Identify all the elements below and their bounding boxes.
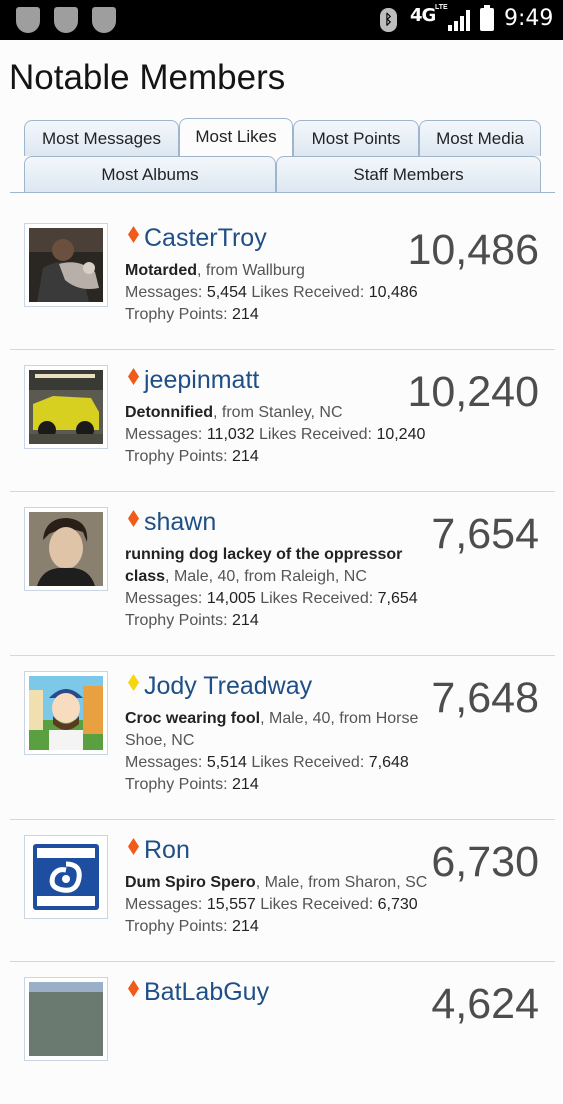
messages-label: Messages: [125, 426, 203, 443]
member-details: , Male, 40, from Raleigh, NC [165, 568, 367, 585]
user-title: Detonnified [125, 404, 213, 421]
tab-most-albums[interactable]: Most Albums [24, 156, 276, 192]
messages-label: Messages: [125, 590, 203, 607]
likes-count: 10,486 [368, 284, 418, 301]
member-info: Croc wearing fool, Male, 40, from Horse … [125, 708, 445, 796]
member-info: Detonnified, from Stanley, NC Messages: … [125, 402, 445, 468]
member-details: , Male, from Sharon, SC [255, 874, 428, 891]
likes-count: 7,648 [368, 754, 409, 771]
tab-most-media[interactable]: Most Media [419, 120, 541, 156]
likes-score: 7,648 [431, 674, 539, 722]
messages-label: Messages: [125, 896, 203, 913]
member-name-link[interactable]: Jody Treadway [144, 672, 312, 701]
member-row: CasterTroy 10,486 Motarded, from Wallbur… [10, 208, 555, 350]
rank-icon [128, 674, 139, 691]
shield-icon [16, 7, 40, 33]
likes-label: Likes Received: [251, 754, 365, 771]
trophy-count: 214 [232, 918, 259, 935]
member-row: Jody Treadway 7,648 Croc wearing fool, M… [10, 656, 555, 820]
user-title: Dum Spiro Spero [125, 874, 256, 891]
likes-count: 6,730 [377, 896, 418, 913]
rank-icon [128, 226, 139, 243]
avatar[interactable] [24, 835, 108, 919]
member-details: , from Stanley, NC [213, 404, 343, 421]
messages-label: Messages: [125, 284, 203, 301]
likes-label: Likes Received: [259, 426, 372, 443]
avatar[interactable] [24, 671, 108, 755]
messages-label: Messages: [125, 754, 203, 771]
member-name-link[interactable]: jeepinmatt [144, 366, 259, 395]
member-info: Dum Spiro Spero, Male, from Sharon, SC M… [125, 872, 445, 938]
trophy-count: 214 [232, 448, 259, 465]
member-details: , from Wallburg [197, 262, 305, 279]
tab-staff-members[interactable]: Staff Members [276, 156, 541, 192]
user-title: Croc wearing fool [125, 710, 261, 727]
member-row: jeepinmatt 10,240 Detonnified, from Stan… [10, 350, 555, 492]
trophy-count: 214 [232, 776, 259, 793]
tab-most-points[interactable]: Most Points [293, 120, 419, 156]
messages-count: 14,005 [206, 590, 256, 607]
likes-label: Likes Received: [260, 590, 374, 607]
messages-count: 5,454 [206, 284, 247, 301]
trophy-label: Trophy Points: [125, 448, 228, 465]
likes-score: 7,654 [431, 510, 539, 558]
status-bar: ᛒ 4G LTE 9:49 [0, 0, 563, 40]
avatar[interactable] [24, 507, 108, 591]
member-name-link[interactable]: BatLabGuy [144, 978, 269, 1007]
rank-icon [128, 510, 139, 527]
bluetooth-icon: ᛒ [380, 8, 397, 32]
avatar[interactable] [24, 223, 108, 307]
member-info: Motarded, from Wallburg Messages: 5,454 … [125, 260, 445, 326]
messages-count: 11,032 [206, 426, 255, 443]
avatar[interactable] [24, 977, 108, 1061]
page-title: Notable Members [9, 58, 286, 97]
network-subtype: LTE [435, 4, 448, 11]
rank-icon [128, 368, 139, 385]
likes-score: 4,624 [431, 980, 539, 1028]
tab-most-messages[interactable]: Most Messages [24, 120, 179, 156]
trophy-label: Trophy Points: [125, 306, 228, 323]
tab-bar: Most Messages Most Likes Most Points Mos… [10, 118, 555, 193]
battery-icon [480, 5, 494, 31]
member-row: BatLabGuy 4,624 [10, 962, 555, 1104]
trophy-label: Trophy Points: [125, 918, 228, 935]
network-type: 4G [410, 5, 436, 26]
likes-label: Likes Received: [251, 284, 365, 301]
likes-count: 7,654 [377, 590, 418, 607]
likes-count: 10,240 [376, 426, 426, 443]
avatar[interactable] [24, 365, 108, 449]
rank-icon [128, 980, 139, 997]
member-name-link[interactable]: Ron [144, 836, 190, 865]
member-row: Ron 6,730 Dum Spiro Spero, Male, from Sh… [10, 820, 555, 962]
rank-icon [128, 838, 139, 855]
shield-icon [92, 7, 116, 33]
member-name-link[interactable]: CasterTroy [144, 224, 267, 253]
likes-score: 6,730 [431, 838, 539, 886]
trophy-count: 214 [232, 306, 259, 323]
messages-count: 15,557 [206, 896, 256, 913]
clock: 9:49 [504, 6, 554, 31]
member-name-link[interactable]: shawn [144, 508, 216, 537]
shield-icon [54, 7, 78, 33]
messages-count: 5,514 [206, 754, 247, 771]
trophy-count: 214 [232, 612, 259, 629]
tab-most-likes[interactable]: Most Likes [179, 118, 293, 156]
member-info: running dog lackey of the oppressor clas… [125, 544, 445, 632]
likes-label: Likes Received: [260, 896, 374, 913]
member-row: shawn 7,654 running dog lackey of the op… [10, 492, 555, 656]
trophy-label: Trophy Points: [125, 776, 228, 793]
trophy-label: Trophy Points: [125, 612, 228, 629]
user-title: Motarded [125, 262, 197, 279]
